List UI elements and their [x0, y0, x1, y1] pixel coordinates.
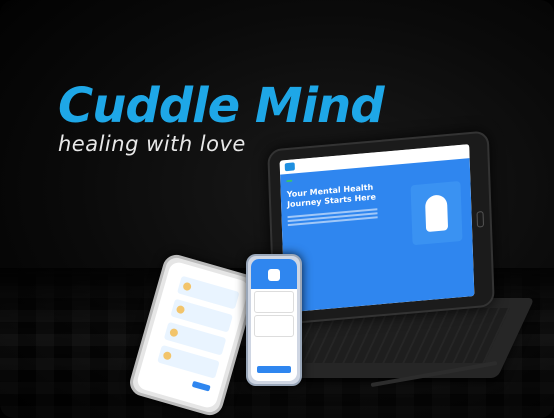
doctor-card [254, 315, 294, 337]
phone-right [246, 254, 302, 386]
phone-right-header [251, 259, 297, 289]
phone-right-screen [251, 259, 297, 381]
hero-text-lines [287, 206, 378, 228]
meditation-illustration-icon [410, 180, 463, 246]
tablet-camera-icon [476, 211, 485, 228]
tablet-hero: Your Mental Health Journey Starts Here [280, 158, 475, 313]
phone-left-button[interactable] [191, 380, 211, 392]
hero-badge [286, 179, 293, 183]
promo-stage: Cuddle Mind healing with love Your Menta… [0, 0, 554, 418]
phone-right-button[interactable] [257, 366, 291, 373]
tablet-screen: Your Mental Health Journey Starts Here [279, 144, 475, 313]
brand-name: Cuddle Mind [58, 78, 385, 134]
app-logo-icon [284, 162, 295, 172]
app-logo-icon [268, 269, 280, 281]
hero-title: Your Mental Health Journey Starts Here [286, 182, 377, 210]
appointment-card [254, 291, 294, 313]
